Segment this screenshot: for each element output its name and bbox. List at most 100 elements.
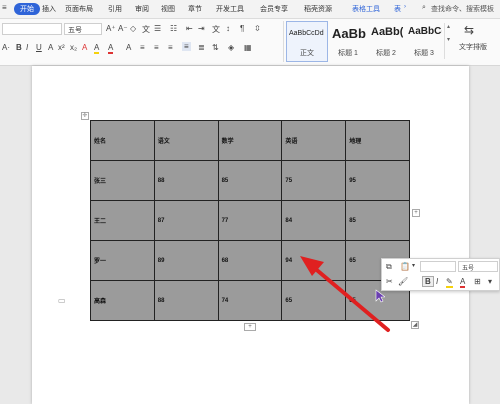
table-cell[interactable]: 68 [217, 240, 283, 281]
style-heading-1[interactable]: AaBb 标题 1 [329, 21, 367, 62]
table-cell[interactable]: 85 [345, 200, 410, 241]
style-label: 正文 [300, 50, 314, 57]
table-cell[interactable]: 姓名 [90, 120, 155, 161]
menu-icon[interactable]: ≡ [2, 3, 7, 12]
align-left-icon[interactable]: ≡ [140, 43, 145, 52]
font-color-icon[interactable]: A [108, 43, 114, 54]
table-cell[interactable]: 75 [281, 160, 347, 201]
line-spacing-icon[interactable]: ⇳ [254, 24, 261, 33]
styles-icon[interactable]: ⊞ [474, 277, 481, 286]
shading-icon[interactable]: ◈ [228, 43, 234, 52]
tab-developer[interactable]: 开发工具 [216, 4, 244, 14]
more-icon[interactable]: ▾ [488, 277, 492, 286]
tab-references[interactable]: 引用 [108, 4, 122, 14]
align-right-icon[interactable]: ≡ [168, 43, 173, 52]
font-color-icon[interactable]: A [460, 277, 466, 288]
home-toolbar: 五号 A⁺ A⁻ ◇ 文 ☰ ☷ ⇤ ⇥ 文 ↕ ¶ ⇳ A· B I U A … [0, 19, 500, 66]
decrease-font-icon[interactable]: A⁻ [118, 24, 128, 33]
bold-icon[interactable]: B [16, 43, 22, 52]
table-cell[interactable]: 数学 [217, 120, 283, 161]
search-icon[interactable]: ⌕ [422, 4, 426, 12]
tab-home[interactable]: 开始 [14, 3, 40, 15]
float-font-name-box[interactable] [420, 261, 456, 272]
style-sample: AaBb( [371, 26, 404, 38]
outdent-icon[interactable]: ⇤ [186, 24, 193, 33]
row-selector-icon[interactable]: ▭ [58, 296, 66, 305]
table-cell[interactable]: 88 [153, 280, 219, 321]
table-cell[interactable]: 85 [217, 160, 283, 201]
table-cell[interactable]: 87 [153, 200, 219, 241]
bold-icon[interactable]: B [422, 276, 434, 287]
text-effect-icon[interactable]: A [82, 43, 87, 52]
phonetic-icon[interactable]: 文 [142, 24, 150, 35]
borders-icon[interactable]: ▦ [244, 43, 252, 52]
paste-icon[interactable]: 📋 [400, 262, 410, 271]
align-center-icon[interactable]: ≡ [154, 43, 159, 52]
superscript-icon[interactable]: x² [58, 43, 65, 52]
search-command-input[interactable]: 查找命令、搜索模板 [431, 4, 494, 14]
tab-review[interactable]: 审阅 [135, 4, 149, 14]
tab-docer-resources[interactable]: 稻壳资源 [304, 4, 332, 14]
style-label: 标题 1 [338, 50, 358, 57]
toolbar-divider [283, 21, 284, 62]
table-cell[interactable]: 88 [153, 160, 219, 201]
italic-icon[interactable]: I [26, 43, 28, 52]
tab-view[interactable]: 视图 [161, 4, 175, 14]
highlight-icon[interactable]: A [94, 43, 100, 54]
justify-icon[interactable]: ≡ [182, 42, 191, 51]
style-sample: AaBbCcDd [289, 30, 324, 37]
table-cell[interactable]: 95 [345, 160, 410, 201]
strikethrough-icon[interactable]: A [48, 43, 53, 52]
tab-member[interactable]: 会员专享 [260, 4, 288, 14]
bullets-icon[interactable]: ☰ [154, 24, 161, 33]
text-layout-button[interactable]: 文字排版 [459, 42, 487, 52]
tab-insert[interactable]: 插入 [42, 4, 56, 14]
style-heading-2[interactable]: AaBb( 标题 2 [368, 21, 404, 62]
table-cell[interactable]: 89 [153, 240, 219, 281]
paste-dropdown-icon[interactable]: ▾ [412, 262, 415, 269]
text-direction-icon[interactable]: ⇅ [212, 43, 219, 52]
table-cell[interactable]: 77 [217, 200, 283, 241]
table-move-handle-icon[interactable]: ✛ [81, 112, 89, 120]
table-cell[interactable]: 张三 [90, 160, 155, 201]
sort-icon[interactable]: ↕ [226, 24, 230, 33]
table-cell[interactable]: 王二 [90, 200, 155, 241]
chinese-layout-icon[interactable]: 文 [212, 24, 220, 35]
table-cell[interactable]: 罗一 [90, 240, 155, 281]
table-resize-handle-icon[interactable]: ◢ [411, 321, 419, 329]
tab-sections[interactable]: 章节 [188, 4, 202, 14]
table-cell[interactable]: 74 [217, 280, 283, 321]
table-cell[interactable]: 高森 [90, 280, 155, 321]
add-row-icon[interactable]: + [244, 323, 256, 331]
italic-icon[interactable]: I [436, 277, 438, 286]
table-cell[interactable]: 84 [281, 200, 347, 241]
add-column-icon[interactable]: + [412, 209, 420, 217]
tab-table-tools[interactable]: 表格工具 [352, 4, 380, 14]
indent-icon[interactable]: ⇥ [198, 24, 205, 33]
font-size-box[interactable]: 五号 [64, 23, 102, 35]
subscript-icon[interactable]: x₂ [70, 43, 77, 52]
increase-font-icon[interactable]: A⁺ [106, 24, 116, 33]
font-name-box[interactable] [2, 23, 62, 35]
distributed-icon[interactable]: ≣ [198, 43, 205, 52]
style-sample: AaBb [332, 26, 366, 41]
tab-table-style[interactable]: 表 [394, 4, 401, 14]
table-cell[interactable]: 地理 [345, 120, 410, 161]
table-cell[interactable]: 英语 [281, 120, 347, 161]
style-normal[interactable]: AaBbCcDd 正文 [286, 21, 328, 62]
numbering-icon[interactable]: ☷ [170, 24, 177, 33]
format-painter-icon[interactable]: A· [2, 43, 10, 52]
tab-page-layout[interactable]: 页面布局 [65, 4, 93, 14]
show-marks-icon[interactable]: ¶ [240, 24, 244, 33]
underline-icon[interactable]: U [36, 43, 42, 52]
table-cell[interactable]: 语文 [153, 120, 219, 161]
style-heading-3[interactable]: AaBbC( 标题 3 [405, 21, 443, 62]
highlight-icon[interactable]: ✎ [446, 277, 453, 288]
clear-format-icon[interactable]: ◇ [130, 24, 136, 33]
styles-scroll[interactable]: ▴ ▾ [444, 23, 452, 59]
float-font-size-box[interactable]: 五号 [458, 261, 498, 272]
char-border-icon[interactable]: A [126, 43, 131, 52]
table-row: 张三 88 85 75 95 [90, 160, 410, 201]
text-layout-icon[interactable]: ⇆ [464, 23, 474, 37]
tab-more-icon[interactable]: › [404, 4, 406, 10]
